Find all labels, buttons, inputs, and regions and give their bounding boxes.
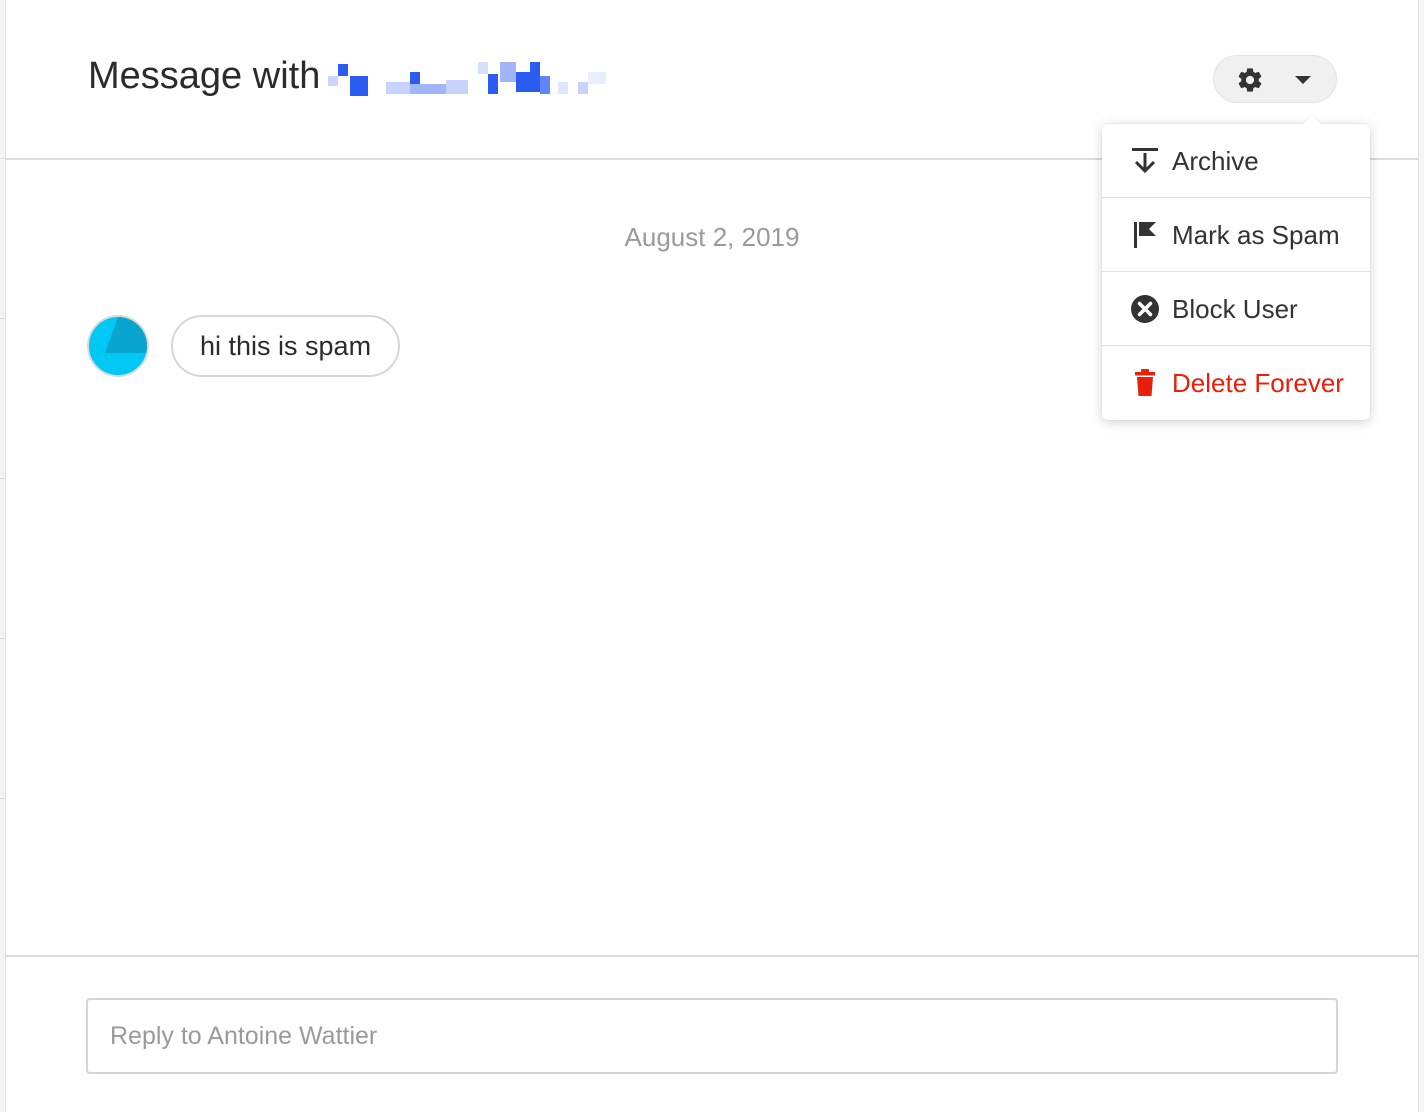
conversation-settings-button[interactable] [1213, 55, 1337, 103]
menu-item-label: Delete Forever [1172, 368, 1344, 398]
avatar[interactable] [87, 315, 149, 377]
menu-item-delete-forever[interactable]: Delete Forever [1102, 346, 1370, 420]
menu-item-label: Mark as Spam [1172, 220, 1340, 250]
trash-icon [1135, 369, 1155, 396]
avatar-graphic [105, 317, 147, 353]
block-icon [1131, 295, 1159, 323]
gear-icon [1238, 68, 1262, 92]
title-wrap: Message with [88, 55, 608, 98]
message-page: Message with Archive Mark as Spam Block … [0, 0, 1424, 1112]
page-title: Message with [88, 55, 321, 97]
menu-item-archive[interactable]: Archive [1102, 124, 1370, 198]
message-text: hi this is spam [200, 330, 372, 361]
menu-item-block-user[interactable]: Block User [1102, 272, 1370, 346]
menu-item-label: Block User [1172, 294, 1298, 324]
left-frame-edge [0, 0, 6, 1112]
conversation-actions-menu: Archive Mark as Spam Block User Delete F… [1102, 124, 1370, 420]
flag-icon [1134, 222, 1156, 248]
composer-divider [6, 955, 1418, 957]
redacted-username [328, 61, 608, 96]
archive-icon [1132, 148, 1158, 174]
reply-input[interactable] [86, 998, 1338, 1074]
caret-down-icon [1295, 76, 1311, 84]
right-frame-edge [1418, 0, 1424, 1112]
message-bubble: hi this is spam [171, 315, 401, 377]
menu-item-mark-as-spam[interactable]: Mark as Spam [1102, 198, 1370, 272]
menu-item-label: Archive [1172, 146, 1259, 176]
